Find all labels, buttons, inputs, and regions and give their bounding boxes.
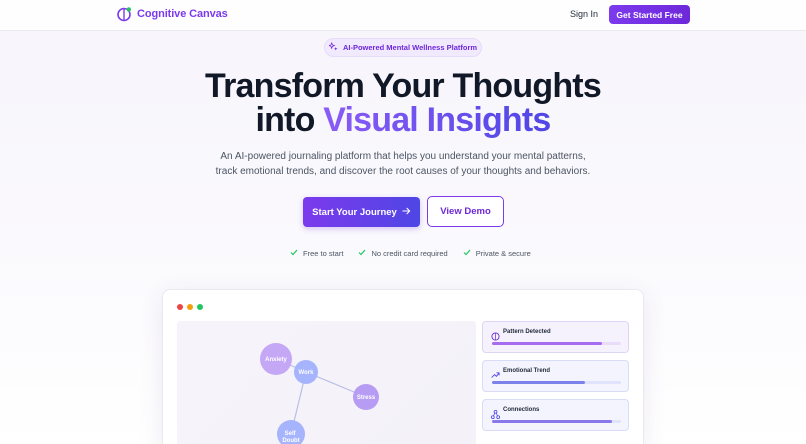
feature-label: Free to start [303,249,344,258]
check-icon [463,249,471,258]
insight-card-connections[interactable]: Connections [482,399,629,431]
check-icon [290,249,298,258]
feature-item: Private & secure [463,249,531,258]
brain-logo-icon [116,6,132,22]
graph-node[interactable]: Anxiety [260,343,292,375]
svg-text:Stress: Stress [357,395,376,401]
get-started-button[interactable]: Get Started Free [609,5,690,24]
svg-text:Work: Work [299,370,315,376]
brand-logo[interactable]: Cognitive Canvas [116,6,228,22]
hero-title-line2: into Visual Insights [0,102,806,138]
trend-icon [491,367,500,378]
svg-text:Anxiety: Anxiety [265,357,287,363]
view-demo-button[interactable]: View Demo [427,196,504,227]
feature-label: No credit card required [371,249,448,258]
brand-name: Cognitive Canvas [137,8,228,20]
ai-platform-badge: AI-Powered Mental Wellness Platform [324,38,482,57]
feature-item: Free to start [290,249,343,258]
hero-title-plain: into [255,101,324,139]
insight-card-pattern[interactable]: Pattern Detected [482,321,629,353]
hero-subtitle-line2: track emotional trends, and discover the… [215,166,591,177]
sparkle-icon [327,41,338,53]
insight-progress-track [492,420,621,423]
hero-title-line1: Transform Your Thoughts [205,67,602,105]
network-icon [490,406,501,420]
hero-title-highlight: Visual Insights [323,101,551,139]
window-close-dot [177,304,183,310]
insight-progress-fill [492,381,585,384]
feature-checklist: Free to start No credit card required Pr… [290,249,531,258]
window-maximize-dot [197,304,203,310]
insight-progress-fill [492,420,612,423]
thought-graph: Anxiety Work Stress Self Doubt [260,343,379,444]
node-label-line2: Doubt [282,438,299,444]
insight-title: Connections [503,407,540,413]
feature-label: Private & secure [475,249,531,258]
graph-node[interactable]: Stress [353,384,379,410]
arrow-right-icon [402,207,411,218]
thought-graph-canvas: Anxiety Work Stress Self Doubt [177,321,476,444]
graph-node[interactable]: Work [294,360,318,384]
insight-title: Emotional Trend [503,368,551,374]
hero-subtitle-line1: An AI-powered journaling platform that h… [220,151,586,162]
window-minimize-dot [187,304,193,310]
insight-title: Pattern Detected [503,329,551,335]
node-label-line1: Self [285,431,297,437]
badge-label: AI-Powered Mental Wellness Platform [342,43,478,52]
sign-in-link[interactable]: Sign In [570,9,598,19]
check-icon [358,249,366,258]
insight-progress-fill [492,342,602,345]
start-journey-button[interactable]: Start Your Journey [303,197,420,227]
graph-node[interactable]: Self Doubt [277,420,305,444]
top-nav: Cognitive Canvas Sign In Get Started Fre… [0,0,806,31]
brain-icon [491,328,500,341]
start-journey-label: Start Your Journey [312,206,397,218]
svg-text:Self Doubt: Self Doubt [282,431,299,444]
insight-progress-track [492,342,621,345]
insight-progress-track [492,381,621,384]
feature-item: No credit card required [358,249,448,258]
insight-card-trend[interactable]: Emotional Trend [482,360,629,392]
